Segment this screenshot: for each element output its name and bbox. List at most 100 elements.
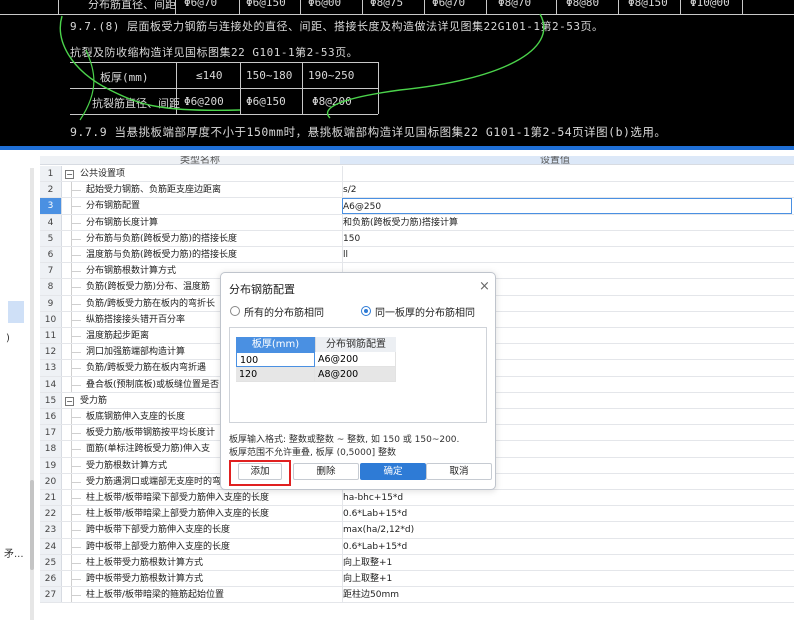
add-button[interactable]: 添加 (238, 463, 282, 480)
row-name: 跨中板带上部受力筋伸入支座的长度 (86, 541, 231, 552)
table-row[interactable]: 25 柱上板带受力筋根数计算方式 向上取整+1 (40, 554, 794, 571)
cad-drawing-view: 分布筋直径、间距 Φ6@70 Φ6@150 Φ6@00 Φ8@75 Φ6@70 … (0, 0, 794, 146)
tree-line (71, 352, 81, 354)
row-number: 18 (40, 441, 62, 457)
table-cell-thickness[interactable]: 100 (236, 352, 315, 367)
tree-line (71, 287, 81, 289)
table-row[interactable]: 5 分布筋与负筋(跨板受力筋)的搭接长度 150 (40, 230, 794, 247)
row-name: 起始受力钢筋、负筋距支座边距离 (86, 185, 222, 196)
tree-line (71, 303, 81, 305)
row-value[interactable] (342, 166, 792, 182)
column-header-value[interactable]: 设置值 (540, 156, 570, 164)
table-row[interactable]: 23 跨中板带下部受力筋伸入支座的长度 max(ha/2,12*d) (40, 522, 794, 539)
left-panel-selected-item[interactable] (8, 301, 24, 323)
radio-same-thickness[interactable]: 同一板厚的分布筋相同 (361, 304, 475, 319)
tree-line (71, 190, 81, 192)
row-number: 27 (40, 587, 62, 603)
format-hint: 板厚输入格式: 整数或整数 ~ 整数, 如 150 或 150~200. (229, 435, 460, 445)
cancel-button[interactable]: 取消 (426, 463, 492, 480)
row-number: 22 (40, 506, 62, 522)
table-row[interactable]: 6 温度筋与负筋(跨板受力筋)的搭接长度 ll (40, 247, 794, 264)
table-cell-config[interactable]: A6@200 (315, 352, 396, 367)
table-row[interactable]: 21 柱上板带/板带暗梁下部受力筋伸入支座的长度 ha-bhc+15*d (40, 490, 794, 507)
tree-line (71, 368, 81, 370)
ok-button[interactable]: 确定 (360, 463, 426, 480)
tree-line (71, 222, 81, 224)
row-name: 柱上板带/板带暗梁下部受力筋伸入支座的长度 (86, 493, 270, 503)
row-value[interactable]: 向上取整+1 (342, 571, 792, 587)
row-number: 20 (40, 473, 62, 489)
tree-line (71, 595, 81, 597)
row-number: 19 (40, 457, 62, 473)
row-number: 17 (40, 425, 62, 441)
row-value[interactable]: 0.6*Lab+15*d (342, 506, 792, 522)
row-value[interactable]: 向上取整+1 (342, 554, 792, 570)
tree-line (71, 206, 81, 208)
row-number: 15 (40, 392, 62, 408)
row-number: 24 (40, 538, 62, 554)
table-row[interactable]: 24 跨中板带上部受力筋伸入支座的长度 0.6*Lab+15*d (40, 538, 794, 555)
row-number: 10 (40, 311, 62, 327)
tree-line (71, 465, 81, 467)
collapse-icon[interactable]: − (65, 396, 74, 406)
row-name: 跨中板带下部受力筋伸入支座的长度 (86, 525, 231, 536)
row-number: 11 (40, 328, 62, 344)
table-header-thickness: 板厚(mm) (236, 337, 315, 352)
radio-all-same[interactable]: 所有的分布筋相同 (230, 304, 324, 319)
tree-line (71, 417, 81, 418)
row-number: 23 (40, 522, 62, 538)
collapse-icon[interactable]: − (65, 170, 74, 179)
dialog-title: 分布钢筋配置 (229, 283, 295, 296)
row-number: 14 (40, 376, 62, 392)
delete-button[interactable]: 删除 (293, 463, 359, 480)
row-number: 4 (40, 214, 62, 230)
row-name: 柱上板带受力筋根数计算方式 (86, 557, 204, 568)
table-header-config: 分布钢筋配置 (315, 337, 396, 352)
tree-line (71, 271, 81, 273)
tree-line (71, 546, 81, 548)
close-icon[interactable]: × (479, 279, 490, 294)
row-number: 25 (40, 554, 62, 570)
row-number: 9 (40, 295, 62, 311)
table-row[interactable]: 4 分布钢筋长度计算 和负筋(跨板受力筋)搭接计算 (40, 214, 794, 231)
row-number: 12 (40, 344, 62, 360)
row-value[interactable]: s/2 (342, 182, 792, 198)
row-value[interactable]: 和负筋(跨板受力筋)搭接计算 (342, 214, 792, 230)
row-name: 分布钢筋长度计算 (86, 217, 159, 228)
row-value[interactable]: 150 (342, 230, 792, 246)
table-row[interactable]: 22 柱上板带/板带暗梁上部受力筋伸入支座的长度 0.6*Lab+15*d (40, 506, 794, 523)
row-value[interactable]: 0.6*Lab+15*d (342, 538, 792, 554)
row-value[interactable]: max(ha/2,12*d) (342, 522, 792, 538)
left-scrollbar-thumb[interactable] (30, 480, 34, 570)
row-name: 柱上板带/板带暗梁上部受力筋伸入支座的长度 (86, 509, 270, 520)
grid-header: 类型名称 设置值 (40, 156, 794, 165)
row-value-editor[interactable]: A6@250 (342, 198, 792, 214)
row-value[interactable]: 距柱边50mm (342, 587, 792, 603)
row-number: 1 (40, 166, 62, 182)
row-number: 21 (40, 490, 62, 506)
row-name: 分布筋与负筋(跨板受力筋)的搭接长度 (86, 233, 238, 244)
row-value[interactable]: ha-bhc+15*d (342, 490, 792, 506)
table-row[interactable]: 27 柱上板带/板带暗梁的箍筋起始位置 距柱边50mm (40, 587, 794, 604)
tree-line (71, 255, 81, 256)
table-row[interactable]: 3 分布钢筋配置 A6@250 (40, 198, 794, 215)
thickness-table-panel: 板厚(mm) 分布钢筋配置 100 A6@200 120 A8@200 (229, 327, 487, 423)
group-row[interactable]: 1− 公共设置项 (40, 166, 794, 183)
row-number: 8 (40, 279, 62, 295)
table-row[interactable]: 2 起始受力钢筋、负筋距支座边距离 s/2 (40, 182, 794, 199)
table-cell-config[interactable]: A8@200 (315, 367, 396, 382)
row-number: 2 (40, 182, 62, 198)
distribution-rebar-dialog: 分布钢筋配置 × 所有的分布筋相同 同一板厚的分布筋相同 板厚(mm) 分布钢筋… (220, 272, 496, 490)
row-name: 分布钢筋配置 (86, 198, 346, 214)
table-row[interactable]: 26 跨中板带受力筋根数计算方式 向上取整+1 (40, 571, 794, 588)
table-cell-thickness[interactable]: 120 (236, 367, 315, 382)
row-value[interactable]: ll (342, 247, 792, 263)
column-header-name[interactable]: 类型名称 (180, 156, 220, 164)
row-number: 7 (40, 263, 62, 279)
row-name: 公共设置项 (80, 169, 126, 179)
radio-label: 同一板厚的分布筋相同 (375, 307, 475, 319)
radio-label: 所有的分布筋相同 (244, 307, 324, 319)
tree-line (71, 336, 81, 337)
cad-bottom-bar (0, 146, 794, 150)
left-panel-text: ) (6, 333, 10, 344)
